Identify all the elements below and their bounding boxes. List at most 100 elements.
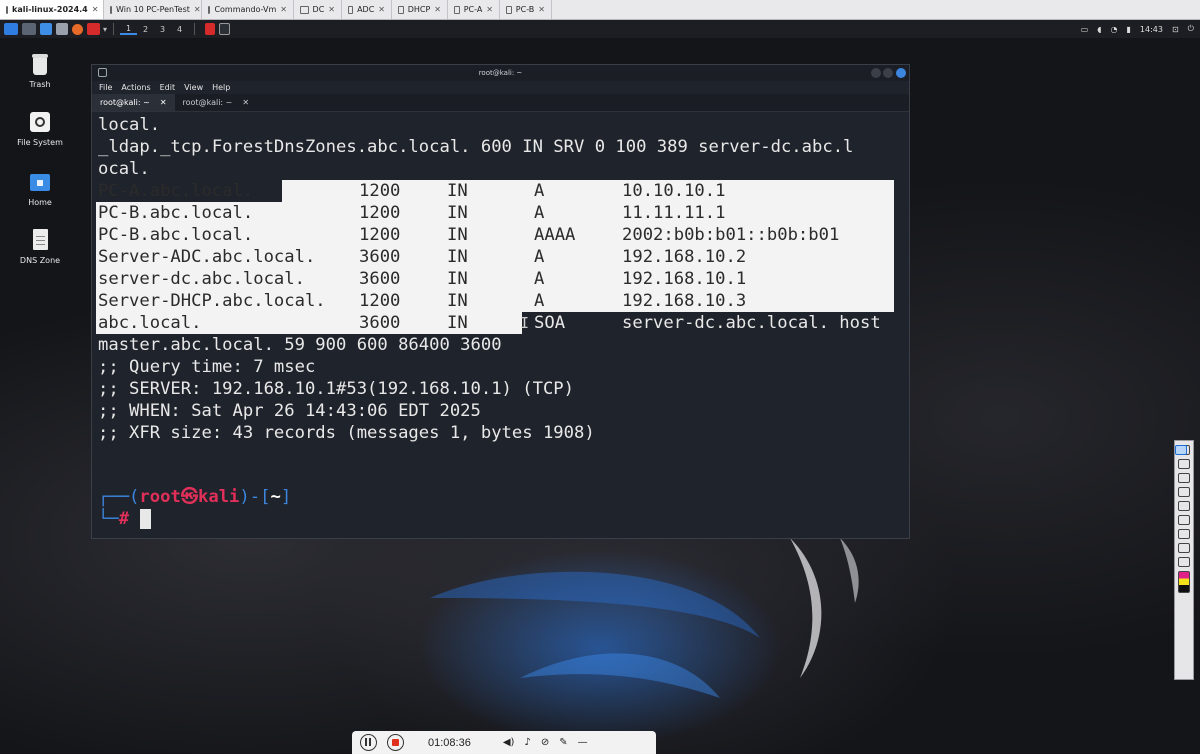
highlighter-icon[interactable] <box>1178 487 1190 497</box>
file-manager-icon[interactable] <box>40 23 52 35</box>
top-panel: ▾ 1 2 3 4 ▭ ◖ ◔ ▮ 14:43 ⊡ ⏻ <box>0 20 1200 38</box>
close-icon[interactable]: ✕ <box>378 5 385 14</box>
menu-edit[interactable]: Edit <box>160 83 176 92</box>
notification-icon[interactable]: ◔ <box>1111 25 1118 34</box>
cart-icon[interactable] <box>1178 529 1190 539</box>
eraser-icon[interactable] <box>1178 459 1190 469</box>
close-icon[interactable]: ✕ <box>328 5 335 14</box>
close-icon[interactable]: ✕ <box>538 5 545 14</box>
output-line: ocal. <box>98 159 150 179</box>
terminal-window[interactable]: root@kali: ~ File Actions Edit View Help… <box>91 64 910 539</box>
vm-tab-pc-a[interactable]: PC-A ✕ <box>448 0 500 19</box>
vm-tab-strip: kali-linux-2024.4 ✕ Win 10 PC-PenTest ✕ … <box>0 0 1200 20</box>
task-terminal-icon[interactable] <box>219 23 231 35</box>
vm-icon <box>208 5 211 14</box>
terminal-tab-2[interactable]: root@kali: ~ ✕ <box>175 94 258 111</box>
camera-icon[interactable] <box>1178 543 1190 553</box>
menu-file[interactable]: File <box>99 83 112 92</box>
display-icon[interactable]: ▭ <box>1081 25 1089 34</box>
stop-icon[interactable] <box>387 734 404 751</box>
workspace-3[interactable]: 3 <box>154 25 171 34</box>
close-icon[interactable]: ✕ <box>242 98 249 107</box>
eye-icon[interactable] <box>1175 445 1187 455</box>
dns-record-row: PC-A.abc.local. 1200 IN A 10.10.10.1 <box>98 181 726 201</box>
microphone-icon[interactable]: ♪ <box>524 737 530 748</box>
color-palette-icon[interactable] <box>1178 571 1190 593</box>
mute-icon[interactable]: ⊘ <box>541 737 549 748</box>
system-tray: ▭ ◖ ◔ ▮ 14:43 ⊡ ⏻ <box>1081 20 1194 38</box>
speaker-icon[interactable]: ◀) <box>503 737 515 748</box>
close-icon[interactable]: ✕ <box>280 5 287 14</box>
vm-icon <box>6 5 8 14</box>
dns-record-row: PC-B.abc.local. 1200 IN AAAA 2002:b0b:b0… <box>98 225 840 245</box>
prompt-line-2: └─# <box>98 509 130 529</box>
panel-divider <box>194 23 196 35</box>
undo-icon[interactable] <box>1178 501 1190 511</box>
terminal-titlebar[interactable]: root@kali: ~ <box>92 65 909 81</box>
pen-icon[interactable] <box>1178 473 1190 483</box>
workspace-2[interactable]: 2 <box>137 25 154 34</box>
window-title: root@kali: ~ <box>478 69 523 77</box>
firefox-icon[interactable] <box>72 23 83 35</box>
draw-icon[interactable]: ✎ <box>559 737 567 748</box>
text-cursor-icon: I <box>520 314 530 332</box>
close-icon[interactable]: ✕ <box>160 98 167 107</box>
close-icon[interactable] <box>896 68 906 78</box>
terminal-tab-1[interactable]: root@kali: ~ ✕ <box>92 94 175 111</box>
terminal-menubar: File Actions Edit View Help <box>92 81 909 94</box>
battery-icon[interactable]: ▮ <box>1127 25 1131 34</box>
pause-icon[interactable] <box>360 734 377 751</box>
kali-menu-icon[interactable] <box>4 23 18 35</box>
close-icon[interactable]: ✕ <box>92 5 99 14</box>
panel-divider <box>113 23 115 35</box>
vm-tab-win10[interactable]: Win 10 PC-PenTest ✕ <box>104 0 202 19</box>
vm-tab-dc[interactable]: DC ✕ <box>294 0 342 19</box>
dns-record-row: Server-DHCP.abc.local. 1200 IN A 192.168… <box>98 291 747 311</box>
output-line: local. <box>98 115 161 135</box>
close-icon[interactable]: ✕ <box>434 5 441 14</box>
vm-tab-pc-b[interactable]: PC-B ✕ <box>500 0 552 19</box>
recording-bar: 01:08:36 ◀) ♪ ⊘ ✎ — <box>352 731 656 754</box>
vm-tab-adc[interactable]: ADC ✕ <box>342 0 392 19</box>
menu-actions[interactable]: Actions <box>121 83 150 92</box>
output-line: ;; XFR size: 43 records (messages 1, byt… <box>98 423 595 443</box>
menu-help[interactable]: Help <box>212 83 230 92</box>
workspace-4[interactable]: 4 <box>171 25 188 34</box>
vm-icon <box>454 5 460 14</box>
vm-tab-dhcp[interactable]: DHCP ✕ <box>392 0 448 19</box>
vm-icon <box>348 5 354 14</box>
terminal-cursor <box>140 509 151 529</box>
task-app-icon[interactable] <box>205 23 216 35</box>
vm-icon <box>398 5 404 14</box>
vm-icon <box>300 5 309 14</box>
power-icon[interactable]: ⏻ <box>1188 24 1194 34</box>
terminal-window-icon <box>98 68 107 77</box>
workspace-1[interactable]: 1 <box>120 24 138 35</box>
annotation-toolbar <box>1174 440 1194 680</box>
dns-record-row: Server-ADC.abc.local. 3600 IN A 192.168.… <box>98 247 747 267</box>
delete-icon[interactable] <box>1178 515 1190 525</box>
vm-tab-commando[interactable]: Commando-Vm ✕ <box>202 0 294 19</box>
chevron-down-icon[interactable]: ▾ <box>103 25 107 34</box>
minimize-icon[interactable]: — <box>578 737 588 748</box>
output-line: _ldap._tcp.ForestDnsZones.abc.local. 600… <box>98 137 854 157</box>
maximize-icon[interactable] <box>883 68 893 78</box>
volume-icon[interactable]: ◖ <box>1097 25 1101 34</box>
output-line: ;; Query time: 7 msec <box>98 357 316 377</box>
clock[interactable]: 14:43 <box>1140 25 1163 34</box>
vm-tab-kali[interactable]: kali-linux-2024.4 ✕ <box>0 0 104 19</box>
clipboard-icon[interactable] <box>1178 557 1190 567</box>
terminal-output[interactable]: local. _ldap._tcp.ForestDnsZones.abc.loc… <box>92 112 909 538</box>
lock-icon[interactable]: ⊡ <box>1172 25 1179 34</box>
app-launcher-icon[interactable] <box>87 23 100 35</box>
output-line: ;; WHEN: Sat Apr 26 14:43:06 EDT 2025 <box>98 401 481 421</box>
minimize-icon[interactable] <box>871 68 881 78</box>
close-icon[interactable]: ✕ <box>486 5 493 14</box>
menu-view[interactable]: View <box>184 83 203 92</box>
terminal-launcher-icon[interactable] <box>56 23 68 35</box>
vm-icon <box>506 5 512 14</box>
close-icon[interactable]: ✕ <box>194 5 201 14</box>
dns-record-row: abc.local. 3600 IN SOA server-dc.abc.loc… <box>98 313 881 333</box>
show-desktop-icon[interactable] <box>22 23 36 35</box>
vm-icon <box>110 5 112 14</box>
